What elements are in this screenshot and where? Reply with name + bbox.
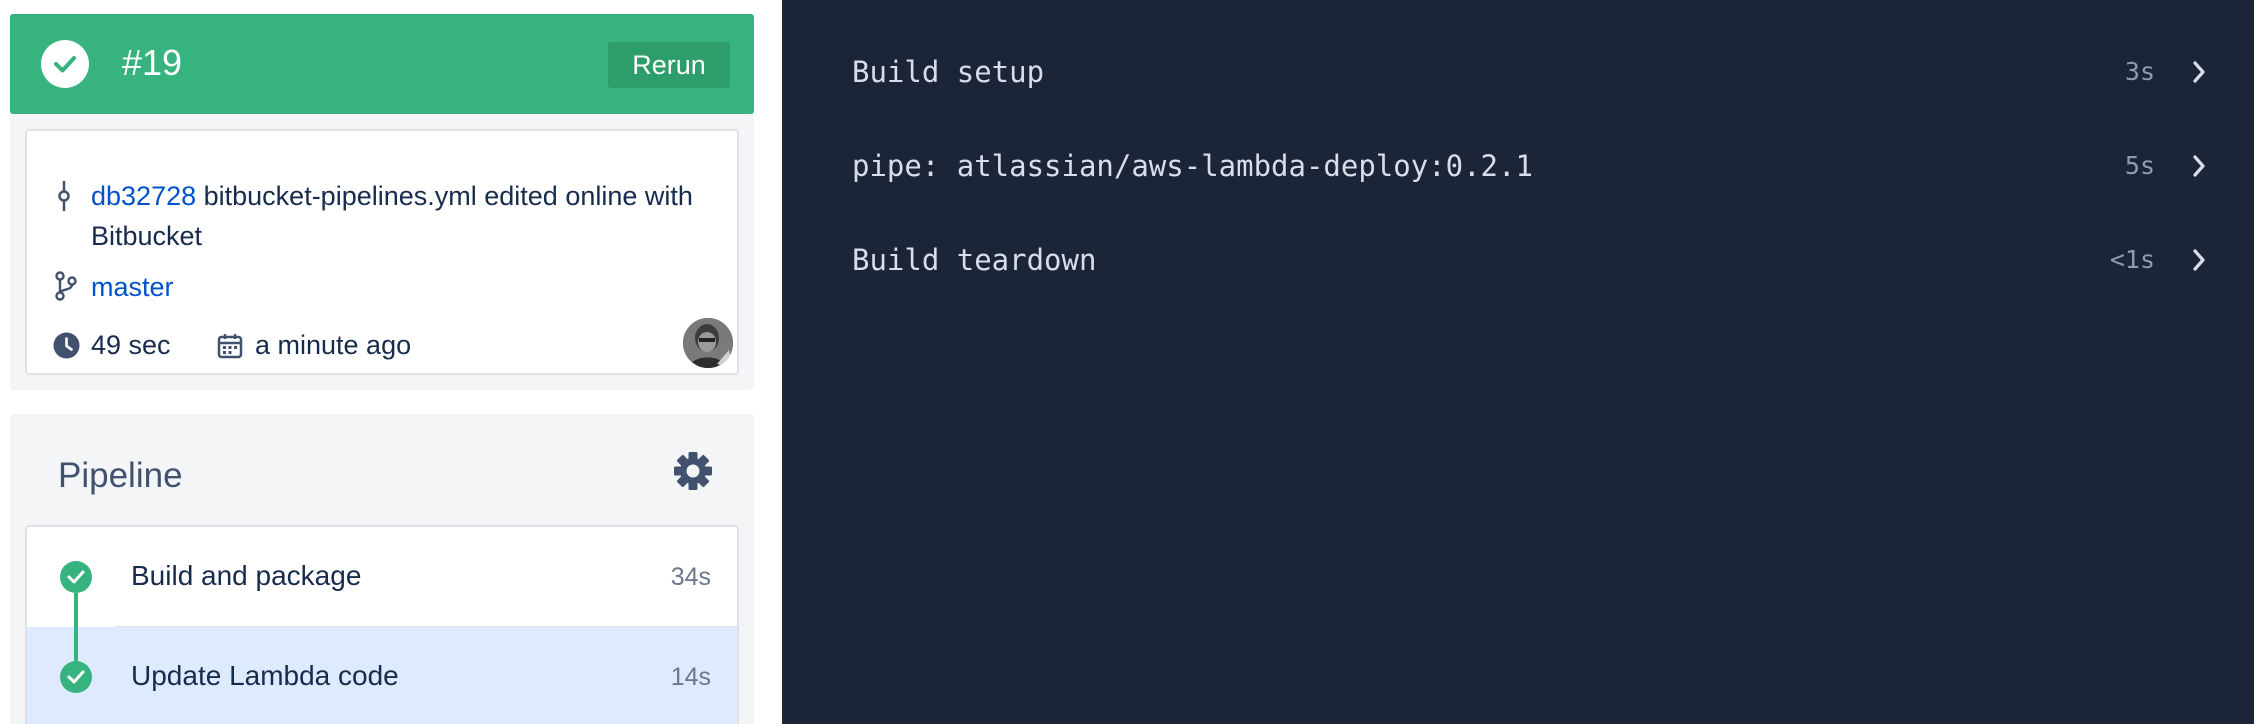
step-connector — [74, 593, 78, 663]
avatar[interactable] — [683, 318, 733, 368]
log-section-label: pipe: atlassian/aws-lambda-deploy:0.2.1 — [852, 149, 1533, 183]
pipeline-sidebar: #19 Rerun db32728 bitbucket-pipelines.ym… — [0, 0, 782, 724]
build-log-panel: Build setup 3s pipe: atlassian/aws-lambd… — [782, 0, 2254, 724]
commit-hash-link[interactable]: db32728 — [91, 181, 196, 211]
log-section[interactable]: Build setup 3s — [782, 32, 2254, 112]
step-duration: 14s — [670, 663, 711, 691]
log-section-duration: 3s — [2124, 57, 2155, 86]
log-section-label: Build setup — [852, 55, 1045, 89]
run-header: #19 Rerun — [10, 14, 754, 114]
pipeline-panel: Pipeline Build and package 34s Update La… — [10, 414, 754, 724]
log-section-duration: <1s — [2109, 245, 2155, 274]
chevron-right-icon — [2193, 61, 2205, 83]
chevron-right-icon — [2193, 155, 2205, 177]
clock-icon — [53, 332, 80, 359]
gear-icon[interactable] — [671, 449, 715, 493]
check-circle-icon — [41, 40, 89, 88]
branch-link[interactable]: master — [91, 267, 174, 307]
commit-panel: db32728 bitbucket-pipelines.yml edited o… — [10, 114, 754, 390]
run-number: #19 — [122, 42, 183, 83]
log-section-duration: 5s — [2124, 151, 2155, 180]
commit-card: db32728 bitbucket-pipelines.yml edited o… — [25, 129, 739, 375]
pipeline-step[interactable]: Build and package 34s — [27, 527, 737, 627]
check-circle-icon — [60, 661, 92, 693]
commit-message: db32728 bitbucket-pipelines.yml edited o… — [91, 176, 721, 256]
commit-icon — [58, 181, 70, 211]
log-section-label: Build teardown — [852, 243, 1097, 277]
check-circle-icon — [60, 561, 92, 593]
pipeline-step[interactable]: Update Lambda code 14s — [27, 627, 737, 724]
branch-icon — [55, 271, 77, 301]
pipeline-steps: Build and package 34s Update Lambda code… — [25, 525, 739, 724]
build-time-ago: a minute ago — [255, 330, 412, 360]
pipeline-title: Pipeline — [58, 456, 183, 495]
step-duration: 34s — [670, 563, 711, 591]
calendar-icon — [217, 334, 243, 359]
log-section[interactable]: Build teardown <1s — [782, 220, 2254, 300]
rerun-button[interactable]: Rerun — [608, 42, 730, 88]
log-section[interactable]: pipe: atlassian/aws-lambda-deploy:0.2.1 … — [782, 126, 2254, 206]
build-duration: 49 sec — [91, 330, 171, 360]
chevron-right-icon — [2193, 249, 2205, 271]
step-name: Build and package — [131, 560, 362, 591]
step-name: Update Lambda code — [131, 660, 399, 691]
